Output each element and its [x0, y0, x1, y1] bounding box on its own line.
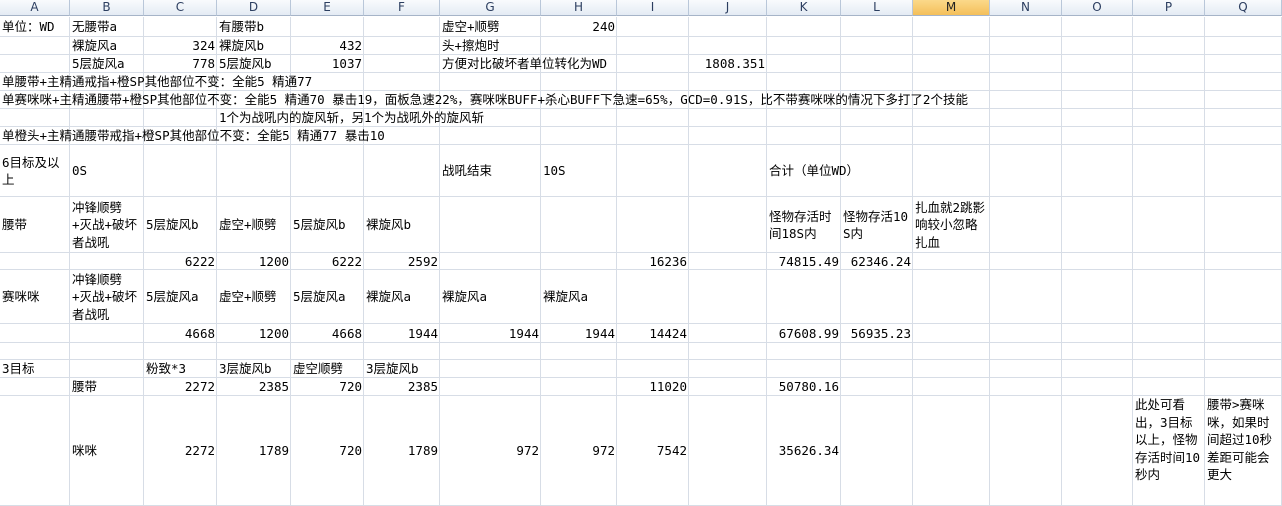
spreadsheet-grid[interactable]: ABCDEFGHIJKLMNOPQ 单位：WD 无腰带a 有腰带b 虚空+顺劈 240 裸…	[0, 0, 1282, 506]
cell-g12[interactable]: 1944	[440, 324, 541, 343]
cell-i15[interactable]: 11020	[617, 378, 689, 396]
cell-g1[interactable]: 虚空+顺劈	[440, 17, 502, 37]
cell-k12[interactable]: 67608.99	[767, 324, 841, 343]
cell-f11[interactable]: 裸旋风a	[364, 270, 413, 324]
cell-b9[interactable]: 冲锋顺劈+灭战+破坏者战吼	[70, 197, 144, 253]
cell-l9[interactable]: 怪物存活10S内	[841, 197, 913, 253]
column-header-p[interactable]: P	[1133, 0, 1205, 16]
cell-c12[interactable]: 4668	[144, 324, 217, 343]
column-header-c[interactable]: C	[144, 0, 217, 16]
cell-b3[interactable]: 5层旋风a	[70, 55, 127, 73]
cell-e16[interactable]: 720	[291, 396, 364, 506]
cell-h16[interactable]: 972	[541, 396, 617, 506]
cell-e15[interactable]: 720	[291, 378, 364, 396]
cell-c2[interactable]: 324	[144, 37, 217, 55]
column-header-e[interactable]: E	[291, 0, 364, 16]
cell-d11[interactable]: 虚空+顺劈	[217, 270, 279, 324]
cell-f9[interactable]: 裸旋风b	[364, 197, 413, 253]
cell-f10[interactable]: 2592	[364, 253, 440, 270]
column-header-b[interactable]: B	[70, 0, 144, 16]
cell-k16[interactable]: 35626.34	[767, 396, 841, 506]
column-header-a[interactable]: A	[0, 0, 70, 16]
cell-d16[interactable]: 1789	[217, 396, 291, 506]
cell-a4[interactable]: 单腰带+主精通戒指+橙SP其他部位不变：全能5 精通77	[0, 73, 314, 91]
column-header-d[interactable]: D	[217, 0, 291, 16]
cell-d1[interactable]: 有腰带b	[217, 17, 266, 37]
cell-d2[interactable]: 裸旋风b	[217, 37, 266, 55]
cell-m9[interactable]: 扎血就2跳影响较小忽略扎血	[913, 197, 990, 253]
cell-c16[interactable]: 2272	[144, 396, 217, 506]
cell-k8[interactable]: 合计（单位WD）	[767, 145, 861, 197]
cell-b8[interactable]: 0S	[70, 145, 89, 197]
cell-f15[interactable]: 2385	[364, 378, 440, 396]
cell-b16[interactable]: 咪咪	[70, 396, 99, 506]
cell-g8[interactable]: 战吼结束	[440, 145, 494, 197]
cell-a8[interactable]: 6目标及以上	[0, 145, 70, 197]
cell-i10[interactable]: 16236	[617, 253, 689, 270]
cell-g2[interactable]: 头+擦炮时	[440, 37, 502, 55]
cell-a14[interactable]: 3目标	[0, 360, 37, 378]
cell-p16[interactable]: 此处可看出，3目标以上，怪物存活时间10秒内	[1133, 396, 1205, 506]
cell-a5[interactable]: 单赛咪咪+主精通腰带+橙SP其他部位不变：全能5 精通70 暴击19，面板急速2…	[0, 91, 970, 109]
cell-c14[interactable]: 粉致*3	[144, 360, 188, 378]
cell-e2[interactable]: 432	[291, 37, 364, 55]
cell-d9[interactable]: 虚空+顺劈	[217, 197, 279, 253]
cell-k15[interactable]: 50780.16	[767, 378, 841, 396]
cell-h1[interactable]: 240	[541, 17, 617, 37]
cell-i16[interactable]: 7542	[617, 396, 689, 506]
cell-c15[interactable]: 2272	[144, 378, 217, 396]
cell-a7[interactable]: 单橙头+主精通腰带戒指+橙SP其他部位不变：全能5 精通77 暴击10	[0, 127, 387, 145]
column-header-q[interactable]: Q	[1205, 0, 1282, 16]
cell-d14[interactable]: 3层旋风b	[217, 360, 274, 378]
cell-d10[interactable]: 1200	[217, 253, 291, 270]
cell-c9[interactable]: 5层旋风b	[144, 197, 201, 253]
cell-e11[interactable]: 5层旋风a	[291, 270, 348, 324]
cell-f16[interactable]: 1789	[364, 396, 440, 506]
cell-e3[interactable]: 1037	[291, 55, 364, 73]
cell-f14[interactable]: 3层旋风b	[364, 360, 421, 378]
cell-d6[interactable]: 1个为战吼内的旋风斩，另1个为战吼外的旋风斩	[217, 109, 486, 127]
column-header-i[interactable]: I	[617, 0, 689, 16]
cell-e9[interactable]: 5层旋风b	[291, 197, 348, 253]
cell-d3[interactable]: 5层旋风b	[217, 55, 274, 73]
cell-b11[interactable]: 冲锋顺劈+灭战+破坏者战吼	[70, 270, 144, 324]
cell-g3[interactable]: 方便对比破坏者单位转化为WD	[440, 55, 609, 73]
cell-e10[interactable]: 6222	[291, 253, 364, 270]
cell-h8[interactable]: 10S	[541, 145, 568, 197]
column-header-m[interactable]: M	[913, 0, 990, 16]
cell-b2[interactable]: 裸旋风a	[70, 37, 119, 55]
cell-i12[interactable]: 14424	[617, 324, 689, 343]
cell-q16[interactable]: 腰带>赛咪咪，如果时间超过10秒差距可能会更大	[1205, 396, 1282, 506]
cell-j3[interactable]: 1808.351	[689, 55, 767, 73]
cell-b15[interactable]: 腰带	[70, 378, 99, 396]
cell-e12[interactable]: 4668	[291, 324, 364, 343]
cell-e14[interactable]: 虚空顺劈	[291, 360, 345, 378]
column-header-l[interactable]: L	[841, 0, 913, 16]
cell-l10[interactable]: 62346.24	[841, 253, 913, 270]
cell-l12[interactable]: 56935.23	[841, 324, 913, 343]
column-header-n[interactable]: N	[990, 0, 1062, 16]
column-header-o[interactable]: O	[1062, 0, 1133, 16]
cell-k10[interactable]: 74815.49	[767, 253, 841, 270]
cell-b1[interactable]: 无腰带a	[70, 17, 119, 37]
cell-g16[interactable]: 972	[440, 396, 541, 506]
cell-c11[interactable]: 5层旋风a	[144, 270, 201, 324]
cell-k9[interactable]: 怪物存活时间18S内	[767, 197, 841, 253]
cell-a9[interactable]: 腰带	[0, 197, 29, 253]
cell-f12[interactable]: 1944	[364, 324, 440, 343]
cell-d12[interactable]: 1200	[217, 324, 291, 343]
cell-a1[interactable]: 单位：WD	[0, 17, 57, 37]
cell-g11[interactable]: 裸旋风a	[440, 270, 489, 324]
column-header-k[interactable]: K	[767, 0, 841, 16]
column-header-g[interactable]: G	[440, 0, 541, 16]
cell-c3[interactable]: 778	[144, 55, 217, 73]
cell-d15[interactable]: 2385	[217, 378, 291, 396]
cell-h12[interactable]: 1944	[541, 324, 617, 343]
column-header-f[interactable]: F	[364, 0, 440, 16]
cell-a11[interactable]: 赛咪咪	[0, 270, 42, 324]
cell-c10[interactable]: 6222	[144, 253, 217, 270]
column-header-j[interactable]: J	[689, 0, 767, 16]
column-header-h[interactable]: H	[541, 0, 617, 16]
cell-h11[interactable]: 裸旋风a	[541, 270, 590, 324]
